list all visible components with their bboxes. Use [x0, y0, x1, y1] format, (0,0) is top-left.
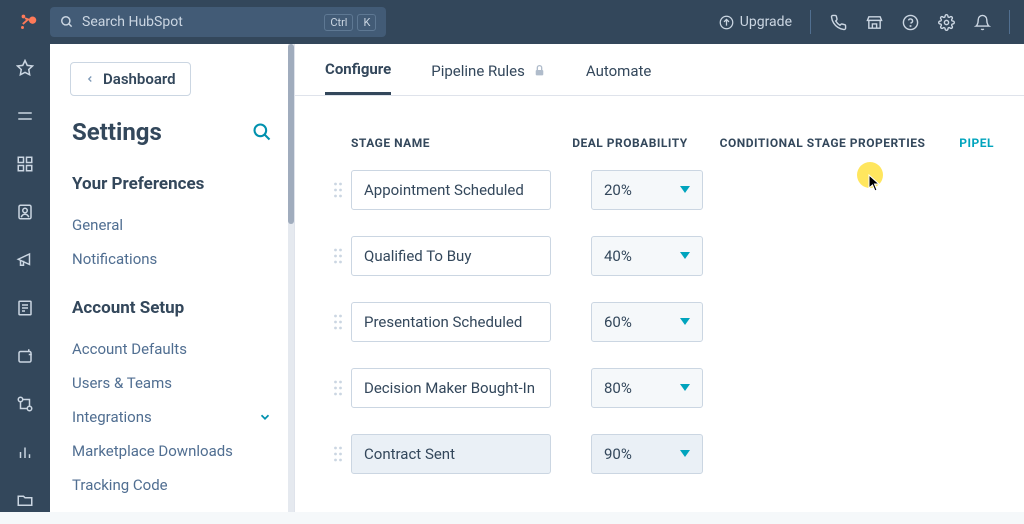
- sidebar-item[interactable]: Marketplace Downloads: [50, 434, 294, 468]
- sidebar-item[interactable]: Tracking Code: [50, 468, 294, 502]
- col-header-conditional: CONDITIONAL STAGE PROPERTIES: [720, 136, 960, 150]
- sidebar-group-heading: Your Preferences: [50, 174, 294, 194]
- stage-row: 80%: [325, 368, 994, 434]
- search-shortcut: Ctrl K: [324, 14, 376, 31]
- search-icon: [60, 15, 74, 29]
- deal-probability-select[interactable]: 60%: [591, 302, 703, 342]
- rail-bookmarks-icon[interactable]: [15, 58, 35, 78]
- stage-name-input[interactable]: [351, 170, 551, 210]
- col-header-pipeline: PIPEL: [959, 136, 994, 150]
- rail-content-icon[interactable]: [15, 298, 35, 318]
- rail-files-icon[interactable]: [15, 490, 35, 510]
- phone-icon[interactable]: [829, 13, 847, 31]
- stage-row: 90%: [325, 434, 994, 500]
- sidebar-item[interactable]: Notifications: [50, 242, 294, 276]
- search-input[interactable]: [82, 14, 316, 30]
- stage-row: 60%: [325, 302, 994, 368]
- sidebar-group-heading: Account Setup: [50, 298, 294, 318]
- sidebar-item-label: Notifications: [72, 250, 157, 268]
- rail-reports-icon[interactable]: [15, 442, 35, 462]
- caret-down-icon: [680, 252, 690, 260]
- upgrade-button[interactable]: Upgrade: [719, 14, 792, 30]
- deal-probability-value: 90%: [604, 445, 632, 463]
- deal-probability-select[interactable]: 20%: [591, 170, 703, 210]
- chevron-down-icon: [258, 410, 272, 424]
- tab-pipeline-rules[interactable]: Pipeline Rules: [431, 60, 546, 95]
- sidebar-scrollbar-thumb[interactable]: [288, 44, 294, 224]
- sidebar-item-label: Tracking Code: [72, 476, 168, 494]
- global-search[interactable]: Ctrl K: [50, 7, 386, 37]
- caret-down-icon: [680, 318, 690, 326]
- rail-contacts-icon[interactable]: [15, 202, 35, 222]
- rail-menu-icon[interactable]: [15, 106, 35, 126]
- top-actions: Upgrade: [719, 10, 1010, 34]
- caret-down-icon: [680, 450, 690, 458]
- rail-marketing-icon[interactable]: [15, 250, 35, 270]
- stage-row: 20%: [325, 170, 994, 236]
- notifications-icon[interactable]: [973, 13, 991, 31]
- sidebar-title: Settings: [72, 118, 162, 146]
- stage-name-input[interactable]: [351, 434, 551, 474]
- stage-name-input[interactable]: [351, 368, 551, 408]
- marketplace-icon[interactable]: [865, 13, 883, 31]
- settings-sidebar: Dashboard Settings Your Preferences Gener…: [50, 44, 295, 512]
- sidebar-item[interactable]: Account Defaults: [50, 332, 294, 366]
- sidebar-item[interactable]: General: [50, 208, 294, 242]
- drag-handle-icon[interactable]: [325, 181, 351, 199]
- col-header-deal-probability: DEAL PROBABILITY: [572, 136, 719, 150]
- deal-probability-value: 20%: [604, 181, 632, 199]
- sidebar-item-label: Users & Teams: [72, 374, 172, 392]
- lock-icon: [533, 64, 546, 77]
- rail-library-icon[interactable]: [15, 346, 35, 366]
- column-headers: STAGE NAME DEAL PROBABILITY CONDITIONAL …: [325, 136, 994, 170]
- sidebar-item-label: Integrations: [72, 408, 152, 426]
- deal-probability-value: 80%: [604, 379, 632, 397]
- hubspot-logo: [14, 8, 42, 36]
- chevron-left-icon: [85, 73, 95, 85]
- back-to-dashboard-button[interactable]: Dashboard: [70, 62, 191, 96]
- sidebar-item-label: General: [72, 216, 123, 234]
- caret-down-icon: [680, 384, 690, 392]
- rail-automation-icon[interactable]: [15, 394, 35, 414]
- col-header-stage-name: STAGE NAME: [351, 136, 572, 150]
- deal-probability-select[interactable]: 90%: [591, 434, 703, 474]
- sidebar-search-icon[interactable]: [252, 122, 272, 142]
- drag-handle-icon[interactable]: [325, 379, 351, 397]
- deal-probability-value: 60%: [604, 313, 632, 331]
- drag-handle-icon[interactable]: [325, 313, 351, 331]
- nav-rail: [0, 44, 50, 512]
- deal-probability-value: 40%: [604, 247, 632, 265]
- help-icon[interactable]: [901, 13, 919, 31]
- deal-probability-select[interactable]: 80%: [591, 368, 703, 408]
- deal-probability-select[interactable]: 40%: [591, 236, 703, 276]
- drag-handle-icon[interactable]: [325, 445, 351, 463]
- tab-bar: Configure Pipeline Rules Automate: [295, 44, 1024, 96]
- sidebar-item[interactable]: Users & Teams: [50, 366, 294, 400]
- sidebar-item-label: Account Defaults: [72, 340, 187, 358]
- rail-dashboard-icon[interactable]: [15, 154, 35, 174]
- topbar: Ctrl K Upgrade: [0, 0, 1024, 44]
- caret-down-icon: [680, 186, 690, 194]
- settings-icon[interactable]: [937, 13, 955, 31]
- sidebar-item[interactable]: Integrations: [50, 400, 294, 434]
- tab-automate[interactable]: Automate: [586, 60, 651, 95]
- sidebar-item-label: Marketplace Downloads: [72, 442, 233, 460]
- main-panel: Configure Pipeline Rules Automate STAGE …: [295, 44, 1024, 512]
- stage-name-input[interactable]: [351, 236, 551, 276]
- drag-handle-icon[interactable]: [325, 247, 351, 265]
- stage-row: 40%: [325, 236, 994, 302]
- stage-name-input[interactable]: [351, 302, 551, 342]
- tab-configure[interactable]: Configure: [325, 60, 391, 95]
